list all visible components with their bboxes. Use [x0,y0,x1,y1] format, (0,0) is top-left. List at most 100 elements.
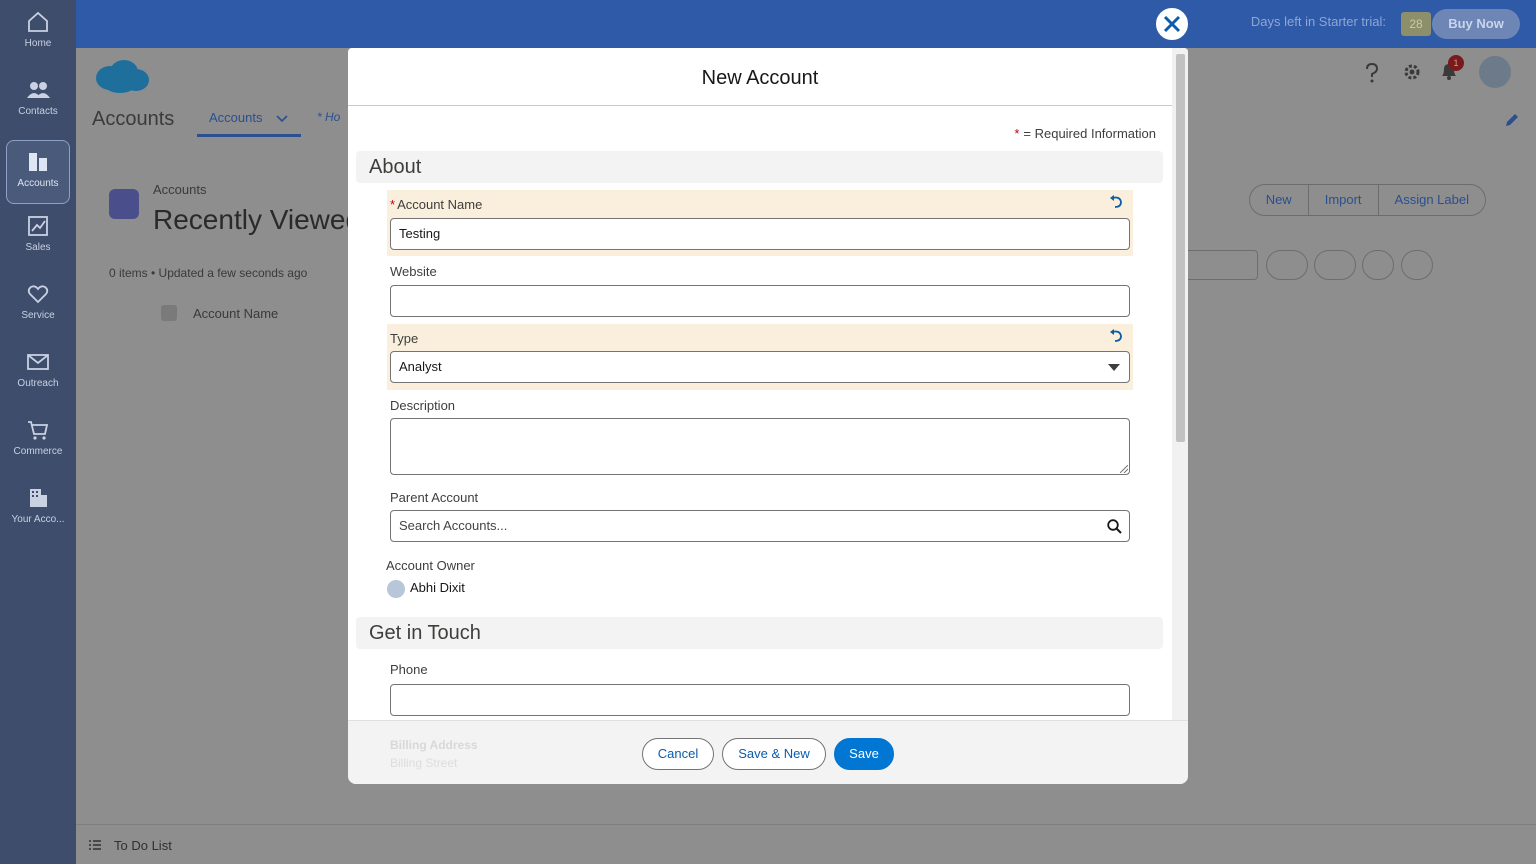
phone-field: Phone [387,656,1133,722]
tab-active-indicator [197,134,301,137]
undo-icon[interactable] [1109,195,1123,209]
website-field: Website [387,258,1133,324]
notification-count-badge: 1 [1448,55,1464,71]
undo-icon[interactable] [1109,329,1123,343]
modal-footer: Billing Address Billing Street Cancel Sa… [348,720,1188,784]
account-owner-value: Abhi Dixit [410,580,465,595]
refresh-button[interactable] [1362,250,1394,280]
scrollbar-thumb[interactable] [1176,54,1185,442]
close-modal-button[interactable] [1156,8,1188,40]
rail-item-accounts[interactable]: Accounts [6,140,70,204]
user-avatar[interactable] [1479,56,1511,88]
list-breadcrumb: Accounts [153,182,207,197]
edit-columns-button[interactable] [1401,250,1433,280]
account-owner-label: Account Owner [386,558,475,573]
description-field: Description [387,392,1133,480]
required-star: * [1014,126,1020,141]
type-field: Type Analyst [387,324,1133,390]
website-input[interactable] [390,285,1130,317]
required-star: * [390,197,396,212]
rail-item-sales[interactable]: Sales [0,204,76,268]
column-header-account-name[interactable]: Account Name [193,306,278,321]
required-note: * = Required Information [1014,126,1156,141]
home-icon [28,11,48,32]
tab-home[interactable]: * Ho [317,110,340,124]
heart-icon [27,285,49,304]
help-icon[interactable] [1362,62,1382,84]
rail-item-outreach[interactable]: Outreach [0,340,76,404]
cart-icon [28,421,49,440]
rail-item-label: Your Acco... [11,514,65,525]
chevron-down-icon[interactable] [276,114,288,124]
list-settings-button[interactable] [1266,250,1308,280]
save-button[interactable]: Save [834,738,894,770]
phone-input[interactable] [390,684,1130,716]
parent-account-lookup[interactable]: Search Accounts... [390,510,1130,542]
list-search-input[interactable] [1178,250,1258,280]
mail-icon [27,354,49,370]
save-and-new-button[interactable]: Save & New [722,738,826,770]
salesforce-logo-icon [96,60,149,93]
app-launcher-rail: Home Contacts Accounts Sales Service Out… [0,0,76,864]
type-select-value: Analyst [399,359,442,374]
description-textarea[interactable] [390,418,1130,475]
todo-list-button[interactable]: To Do List [114,838,172,853]
rail-item-label: Sales [25,242,51,253]
rail-item-your-accounts[interactable]: Your Acco... [0,476,76,540]
display-as-button[interactable] [1314,250,1356,280]
sales-icon [28,216,48,236]
list-view-title[interactable]: Recently Viewed [153,204,361,236]
description-label: Description [390,398,456,413]
global-header: Days left in Starter trial: 28 Buy Now [76,0,1536,48]
close-icon [1158,10,1186,38]
contacts-icon [27,82,50,98]
trial-text: Days left in Starter trial: [1250,14,1386,29]
new-account-modal: New Account * = Required Information Abou… [348,48,1188,784]
owner-avatar [387,580,405,598]
rail-item-label: Outreach [17,378,59,389]
parent-account-label: Parent Account [390,490,479,505]
import-button[interactable]: Import [1309,185,1379,215]
parent-account-field: Parent Account Search Accounts... [387,484,1133,550]
rail-item-label: Home [24,38,52,49]
type-label: Type [390,331,419,346]
billing-address-heading: Billing Address [390,738,478,752]
rail-item-label: Contacts [18,106,58,117]
account-name-field: * Account Name Testing [387,190,1133,256]
account-name-input[interactable]: Testing [390,218,1130,250]
list-meta: 0 items • Updated a few seconds ago [109,266,308,280]
resize-handle-icon[interactable] [1120,465,1128,473]
accounts-icon [29,153,47,171]
rail-item-service[interactable]: Service [0,272,76,336]
rail-item-home[interactable]: Home [0,0,76,64]
checklist-icon [89,840,101,850]
edit-pencil-icon[interactable] [1504,112,1520,128]
modal-scrollbar[interactable] [1172,48,1188,720]
list-actions: New Import Assign Label [1248,184,1486,216]
trial-days-badge: 28 [1401,12,1431,36]
utility-bar: To Do List [76,824,1536,864]
search-icon [1107,519,1122,534]
dropdown-arrow-icon [1108,364,1120,371]
rail-item-commerce[interactable]: Commerce [0,408,76,472]
billing-street-label: Billing Street [390,756,458,770]
section-get-in-touch[interactable]: Get in Touch [356,617,1163,649]
gear-icon[interactable] [1402,62,1422,82]
app-title: Accounts [92,108,175,130]
phone-label: Phone [390,662,428,677]
select-all-checkbox[interactable] [161,305,177,321]
accounts-object-icon [109,189,139,219]
tab-accounts[interactable]: Accounts [209,110,262,125]
type-select[interactable]: Analyst [390,351,1130,383]
assign-label-button[interactable]: Assign Label [1379,185,1485,215]
rail-item-label: Service [21,310,55,321]
section-about[interactable]: About [356,151,1163,183]
account-name-label: * Account Name [390,197,482,212]
website-label: Website [390,264,437,279]
rail-item-contacts[interactable]: Contacts [0,68,76,132]
modal-title: New Account [348,48,1172,106]
buy-now-button[interactable]: Buy Now [1432,9,1520,39]
cancel-button[interactable]: Cancel [642,738,714,770]
required-note-text: = Required Information [1023,126,1156,141]
new-button[interactable]: New [1250,185,1309,215]
